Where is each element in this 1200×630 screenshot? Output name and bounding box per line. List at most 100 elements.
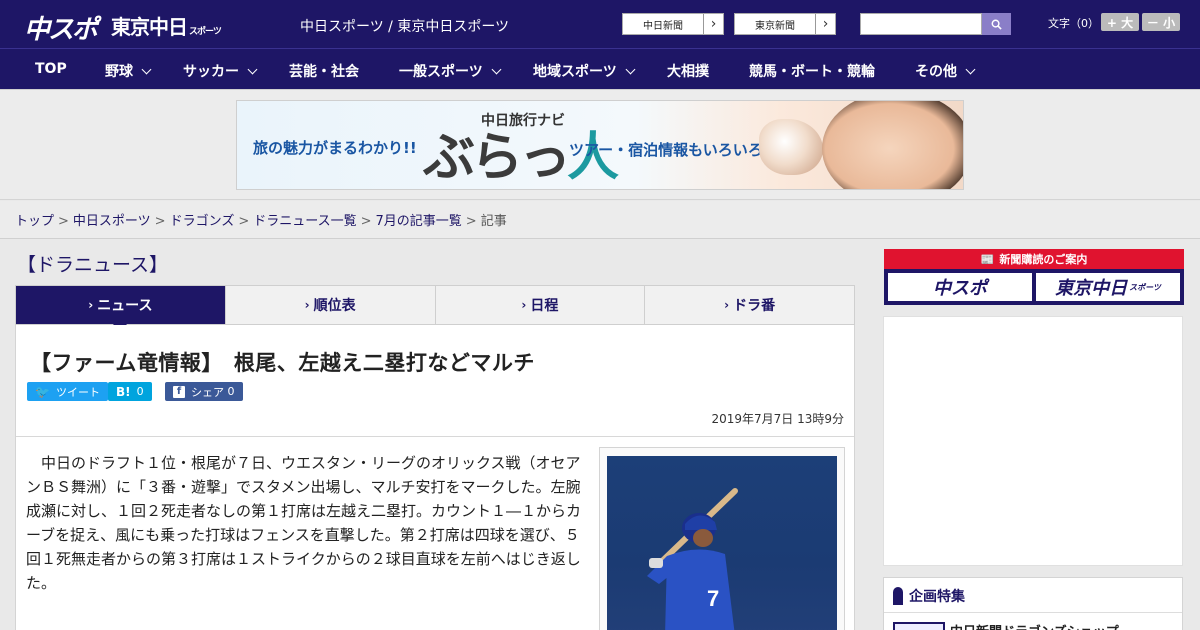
- ad-right-copy: ツアー・宿泊情報もいろいろ ☝: [569, 139, 777, 160]
- breadcrumb-link-july-articles[interactable]: 7月の記事一覧: [376, 214, 462, 229]
- hatena-count: 0: [136, 385, 144, 398]
- ribbon-icon: [893, 587, 903, 605]
- tweet-button[interactable]: 🐦 ツイート: [27, 382, 108, 401]
- subscription-box: 📰 新聞購読のご案内 中スポ 東京中日 スポーツ: [884, 249, 1184, 305]
- facebook-label: シェア: [191, 385, 224, 399]
- twitter-icon: 🐦: [35, 384, 50, 399]
- facebook-icon: f: [173, 385, 185, 398]
- article-date: 2019年7月7日 13時9分: [711, 412, 844, 426]
- search-icon: [991, 19, 1002, 30]
- font-size-up-button[interactable]: + 大: [1101, 13, 1139, 31]
- facebook-share-button[interactable]: f シェア 0: [165, 382, 243, 401]
- article-photo-frame: 7: [599, 447, 845, 630]
- chevron-right-icon: ›: [703, 14, 723, 34]
- ad-band: 中日旅行ナビ 旅の魅力がまるわかり!! ぶらっ人 ツアー・宿泊情報もいろいろ ☝: [0, 90, 1200, 200]
- breadcrumb-separator: >: [360, 214, 372, 229]
- tab-schedule[interactable]: › 日程: [436, 286, 646, 324]
- feature-title-text: 企画特集: [909, 589, 965, 605]
- tokyo-logo-small: スポーツ: [189, 27, 222, 37]
- breadcrumb-link-dora-news[interactable]: ドラニュース一覧: [253, 214, 356, 229]
- sub-tokyo-label: 東京中日: [1055, 278, 1128, 299]
- tab-dora-ban[interactable]: › ドラ番: [645, 286, 854, 324]
- sub-tokyo-small: スポーツ: [1129, 282, 1161, 292]
- chevron-right-icon: ›: [304, 298, 310, 312]
- tab-label: 日程: [530, 298, 559, 314]
- nav-item-general-sports[interactable]: 一般スポーツ: [399, 61, 502, 81]
- ad-left-copy: 旅の魅力がまるわかり!!: [253, 139, 417, 157]
- divider: [884, 612, 1182, 613]
- breadcrumb-link-top[interactable]: トップ: [15, 214, 54, 229]
- tokyo-shimbun-link[interactable]: 東京新聞 ›: [734, 13, 836, 35]
- chunichi-shimbun-label: 中日新聞: [643, 20, 683, 32]
- feature-thumbnail[interactable]: [893, 622, 945, 630]
- chevron-down-icon: [247, 64, 258, 75]
- section-title: 【ドラニュース】: [17, 254, 169, 276]
- subscription-header: 📰 新聞購読のご案内: [884, 249, 1184, 269]
- travel-ad-banner[interactable]: 中日旅行ナビ 旅の魅力がまるわかり!! ぶらっ人 ツアー・宿泊情報もいろいろ ☝: [236, 100, 964, 190]
- chevron-down-icon: [965, 64, 976, 75]
- nav-label: その他: [915, 64, 957, 80]
- main-nav: TOP 野球 サッカー 芸能・社会 一般スポーツ 地域スポーツ 大相撲 競馬・ボ…: [0, 48, 1200, 90]
- tokyo-chunichi-logo[interactable]: 東京中日 スポーツ: [111, 11, 222, 40]
- nav-label: 野球: [105, 64, 133, 80]
- tab-label: ニュース: [97, 298, 153, 314]
- top-bar: 中スポ 東京中日 スポーツ 中日スポーツ / 東京中日スポーツ 中日新聞 › 東京…: [0, 0, 1200, 48]
- divider: [16, 436, 854, 437]
- breadcrumb-separator: >: [58, 214, 69, 229]
- subscribe-chuspo-button[interactable]: 中スポ: [888, 273, 1032, 301]
- chuspo-logo[interactable]: 中スポ: [24, 9, 98, 46]
- article: 【ファーム竜情報】 根尾、左越え二塁打などマルチ 🐦 ツイート B! 0 f シェア …: [15, 325, 855, 630]
- nav-item-other[interactable]: その他: [915, 61, 976, 81]
- nav-item-baseball[interactable]: 野球: [105, 61, 152, 81]
- seashell-image: [759, 119, 823, 175]
- chevron-down-icon: [491, 64, 502, 75]
- breadcrumb-separator: >: [238, 214, 250, 229]
- chevron-down-icon: [625, 64, 636, 75]
- woman-photo: [822, 101, 963, 189]
- tab-label: 順位表: [313, 298, 356, 314]
- nav-label: 地域スポーツ: [533, 64, 617, 80]
- search-input[interactable]: [860, 13, 982, 35]
- tokyo-logo-text: 東京中日: [111, 15, 188, 39]
- nav-item-soccer[interactable]: サッカー: [183, 61, 258, 81]
- tweet-label: ツイート: [55, 385, 100, 399]
- breadcrumb-link-chunichi-sports[interactable]: 中日スポーツ: [73, 214, 151, 229]
- feature-box: 企画特集 中日新聞ドラゴンズショップ: [883, 577, 1183, 630]
- chunichi-shimbun-link[interactable]: 中日新聞 ›: [622, 13, 724, 35]
- nav-label: 芸能・社会: [289, 64, 359, 80]
- sidebar-ad-slot[interactable]: [883, 316, 1183, 566]
- chevron-right-icon: ›: [521, 298, 527, 312]
- nav-item-local-sports[interactable]: 地域スポーツ: [533, 61, 636, 81]
- breadcrumb-link-dragons[interactable]: ドラゴンズ: [170, 214, 235, 229]
- nav-item-entertainment[interactable]: 芸能・社会: [289, 61, 359, 81]
- search-button[interactable]: [982, 13, 1011, 35]
- chevron-right-icon: ›: [88, 298, 94, 312]
- chevron-right-icon: ›: [815, 14, 835, 34]
- subscribe-tokyo-chunichi-button[interactable]: 東京中日 スポーツ: [1036, 273, 1180, 301]
- batter-illustration: 7: [647, 488, 738, 630]
- nav-item-racing[interactable]: 競馬・ボート・競輪: [749, 61, 875, 81]
- nav-label: 競馬・ボート・競輪: [749, 64, 875, 80]
- subscription-title: 新聞購読のご案内: [999, 253, 1088, 266]
- tab-standings[interactable]: › 順位表: [226, 286, 436, 324]
- nav-label: サッカー: [183, 64, 239, 80]
- article-photo[interactable]: 7: [607, 456, 837, 630]
- svg-text:7: 7: [707, 586, 719, 611]
- facebook-count: 0: [227, 385, 235, 398]
- newspaper-icon: 📰: [980, 252, 995, 266]
- nav-label: TOP: [35, 61, 67, 77]
- breadcrumb-separator: >: [154, 214, 166, 229]
- nav-item-top[interactable]: TOP: [35, 61, 67, 77]
- tokyo-shimbun-label: 東京新聞: [755, 20, 795, 32]
- feature-item-dragons-shop[interactable]: 中日新聞ドラゴンズショップ: [950, 621, 1119, 630]
- chevron-down-icon: [141, 64, 152, 75]
- breadcrumb-separator: >: [465, 214, 477, 229]
- article-body: 中日のドラフト１位・根尾が７日、ウエスタン・リーグのオリックス戦（オセアンＢＳ舞…: [26, 454, 582, 592]
- tab-news[interactable]: › ニュース: [16, 286, 226, 332]
- feature-title: 企画特集: [893, 586, 965, 606]
- font-size-down-button[interactable]: － 小: [1142, 13, 1180, 31]
- nav-item-sumo[interactable]: 大相撲: [667, 61, 709, 81]
- hatena-bookmark-button[interactable]: B! 0: [108, 382, 152, 401]
- font-size-label: 文字（0）: [1048, 17, 1099, 30]
- ad-right-text: ツアー・宿泊情報もいろいろ: [569, 141, 763, 159]
